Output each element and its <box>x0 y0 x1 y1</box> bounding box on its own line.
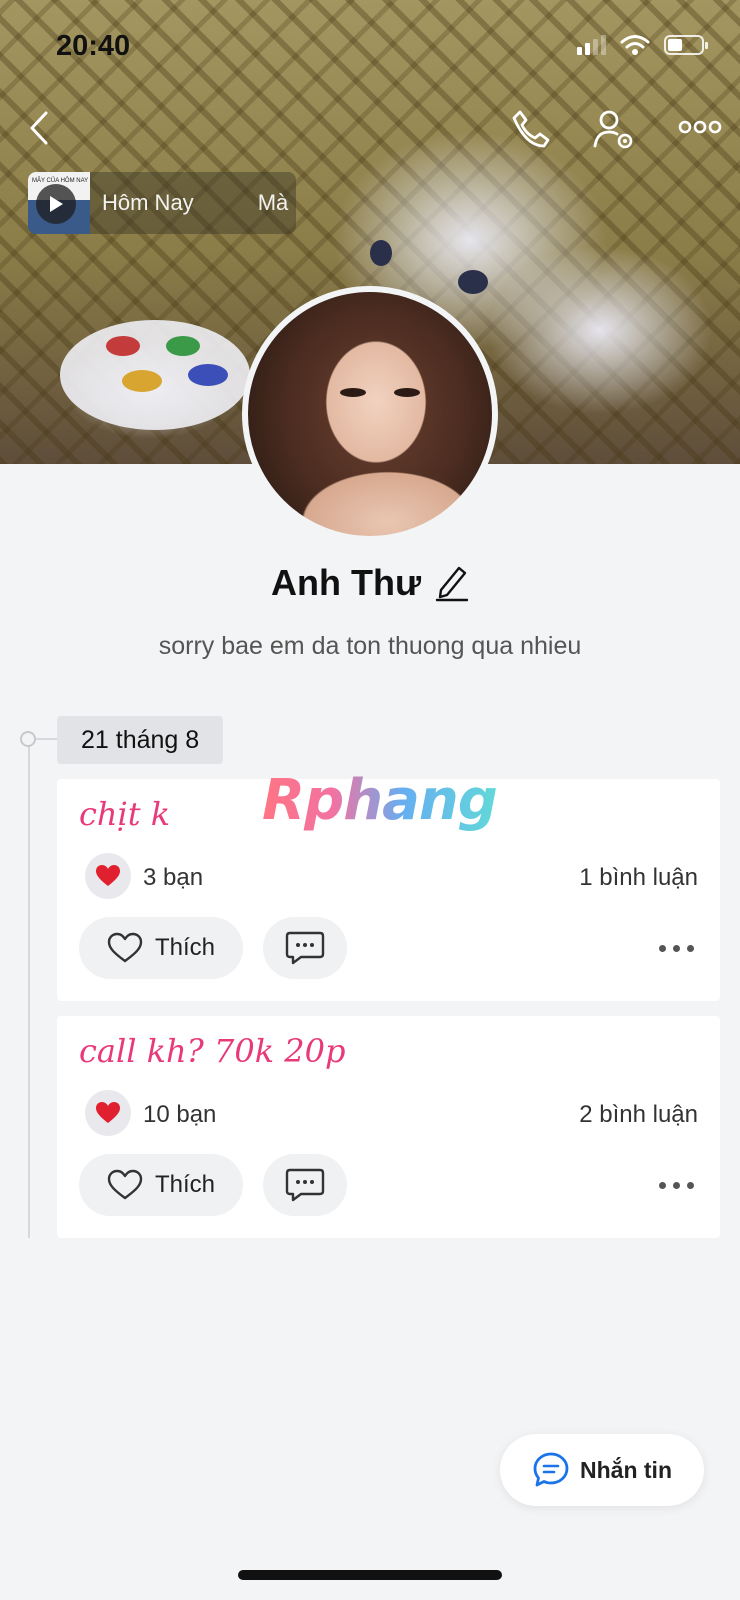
like-button[interactable]: Thích <box>79 1154 243 1216</box>
avatar-eye-right <box>394 388 420 397</box>
battery-icon <box>664 35 708 55</box>
cover-cat-eye-left <box>370 240 392 266</box>
reaction-count[interactable]: 10 bạn <box>143 1101 216 1129</box>
profile-bio: sorry bae em da ton thuong qua nhieu <box>158 632 582 660</box>
message-button-label: Nhắn tin <box>580 1456 672 1483</box>
like-button[interactable]: Thích <box>79 917 243 979</box>
cover-button-green <box>166 336 200 356</box>
chat-bubble-icon <box>533 1452 569 1487</box>
timeline-line <box>28 738 30 1238</box>
post-more-icon[interactable] <box>659 1182 694 1189</box>
music-thumb-caption: MÂY CỦA HÔM NAY <box>32 178 89 184</box>
user-settings-icon[interactable] <box>592 108 636 152</box>
heart-reaction-icon[interactable] <box>85 1090 131 1136</box>
heart-outline-icon <box>107 1169 143 1200</box>
play-icon[interactable] <box>36 184 76 224</box>
comment-count[interactable]: 1 bình luận <box>579 864 698 892</box>
post-more-icon[interactable] <box>659 945 694 952</box>
comment-button[interactable] <box>263 917 347 979</box>
timeline-dot <box>20 731 36 747</box>
music-cover-thumbnail: MÂY CỦA HÔM NAY <box>28 172 90 234</box>
like-label: Thích <box>154 934 216 961</box>
comment-bubble-icon <box>285 931 325 965</box>
message-button[interactable]: Nhắn tin <box>500 1434 704 1506</box>
home-indicator <box>238 1570 502 1580</box>
edit-pencil-icon[interactable] <box>435 564 469 602</box>
status-icons <box>577 34 708 56</box>
like-label: Thích <box>154 1171 216 1198</box>
music-title-current: Hôm Nay <box>102 190 194 215</box>
music-title-next: Mà <box>257 190 289 215</box>
signal-icon <box>577 35 606 55</box>
comment-bubble-icon <box>285 1168 325 1202</box>
heart-reaction-icon[interactable] <box>85 853 131 899</box>
reaction-count[interactable]: 3 bạn <box>143 864 203 892</box>
profile-name-row: Anh Thư <box>0 562 740 604</box>
cover-cat-eye-right <box>458 270 488 294</box>
timeline-connector <box>36 738 58 740</box>
status-time: 20:40 <box>56 30 131 62</box>
timeline-post[interactable]: call kh? 70k 20p 10 bạn 2 bình luận Thíc… <box>57 1016 720 1238</box>
status-bar: 20:40 <box>0 0 740 90</box>
profile-name: Anh Thư <box>270 562 422 603</box>
post-text: chịt k <box>79 795 171 833</box>
chevron-left-icon[interactable] <box>26 108 52 148</box>
cover-button-blue <box>188 364 228 386</box>
avatar[interactable] <box>242 286 498 542</box>
comment-count[interactable]: 2 bình luận <box>579 1101 698 1129</box>
more-horizontal-icon[interactable] <box>678 118 722 136</box>
comment-button[interactable] <box>263 1154 347 1216</box>
heart-outline-icon <box>107 932 143 963</box>
phone-icon[interactable] <box>510 108 552 150</box>
music-title: Hôm Nay Mà <box>90 190 288 216</box>
wifi-icon <box>620 35 650 55</box>
timeline-date: 21 tháng 8 <box>57 716 224 764</box>
cover-button-yellow <box>122 370 162 392</box>
avatar-eye-left <box>340 388 366 397</box>
post-text: call kh? 70k 20p <box>79 1032 346 1070</box>
profile-music-chip[interactable]: MÂY CỦA HÔM NAY Hôm Nay Mà <box>28 172 296 234</box>
cover-button-red <box>106 336 140 356</box>
watermark-logo: Rphang <box>262 768 498 833</box>
